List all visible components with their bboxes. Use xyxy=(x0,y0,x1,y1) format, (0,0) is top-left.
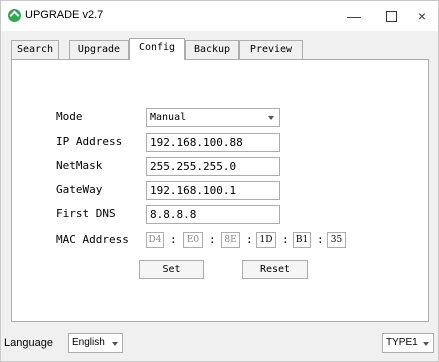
first-dns-label: First DNS xyxy=(56,207,116,220)
reset-button[interactable]: Reset xyxy=(242,260,308,279)
language-label: Language xyxy=(4,337,53,349)
mac-address-label: MAC Address xyxy=(56,233,129,246)
close-button[interactable]: × xyxy=(412,7,432,25)
language-select[interactable]: English xyxy=(68,333,123,353)
ip-address-field[interactable]: 192.168.100.88 xyxy=(146,133,280,152)
mac-separator: : xyxy=(246,233,253,246)
mac-separator: : xyxy=(170,233,177,246)
first-dns-field[interactable]: 8.8.8.8 xyxy=(146,205,280,224)
type-value: TYPE1 xyxy=(386,337,418,348)
minimize-button[interactable]: — xyxy=(344,7,364,25)
mac-octet-2[interactable]: E0 xyxy=(183,232,203,248)
mac-octet-3[interactable]: 8E xyxy=(221,232,240,248)
ip-address-label: IP Address xyxy=(56,135,123,148)
maximize-button[interactable] xyxy=(381,7,401,25)
netmask-label: NetMask xyxy=(56,159,103,172)
set-button[interactable]: Set xyxy=(139,260,204,279)
tab-upgrade[interactable]: Upgrade xyxy=(69,40,129,59)
upgrade-app-icon xyxy=(8,9,21,22)
mac-octet-1[interactable]: D4 xyxy=(146,232,164,248)
mac-separator: : xyxy=(317,233,324,246)
mac-separator: : xyxy=(209,233,216,246)
chevron-down-icon xyxy=(268,116,274,120)
mac-octet-6[interactable]: 35 xyxy=(327,232,346,248)
type-select[interactable]: TYPE1 xyxy=(382,333,434,353)
title-bar: UPGRADE v2.7 — × xyxy=(1,1,438,31)
window-title: UPGRADE v2.7 xyxy=(25,9,104,21)
tab-preview[interactable]: Preview xyxy=(239,40,303,59)
tab-backup[interactable]: Backup xyxy=(185,40,239,59)
mode-label: Mode xyxy=(56,110,83,123)
chevron-down-icon xyxy=(423,342,429,346)
netmask-field[interactable]: 255.255.255.0 xyxy=(146,157,280,176)
mac-octet-5[interactable]: B1 xyxy=(293,232,311,248)
mode-value: Manual xyxy=(150,112,187,123)
mode-select[interactable]: Manual xyxy=(146,108,280,127)
maximize-icon xyxy=(385,11,397,22)
chevron-down-icon xyxy=(112,342,118,346)
tab-search[interactable]: Search xyxy=(11,40,59,59)
gateway-field[interactable]: 192.168.100.1 xyxy=(146,181,280,200)
gateway-label: GateWay xyxy=(56,183,103,196)
app-window: UPGRADE v2.7 — × Search Upgrade Config B… xyxy=(0,0,439,362)
mac-octet-4[interactable]: 1D xyxy=(256,232,276,248)
language-value: English xyxy=(72,337,105,348)
config-panel: Mode Manual IP Address 192.168.100.88 Ne… xyxy=(11,59,429,322)
tab-config[interactable]: Config xyxy=(129,38,185,60)
mac-separator: : xyxy=(282,233,289,246)
